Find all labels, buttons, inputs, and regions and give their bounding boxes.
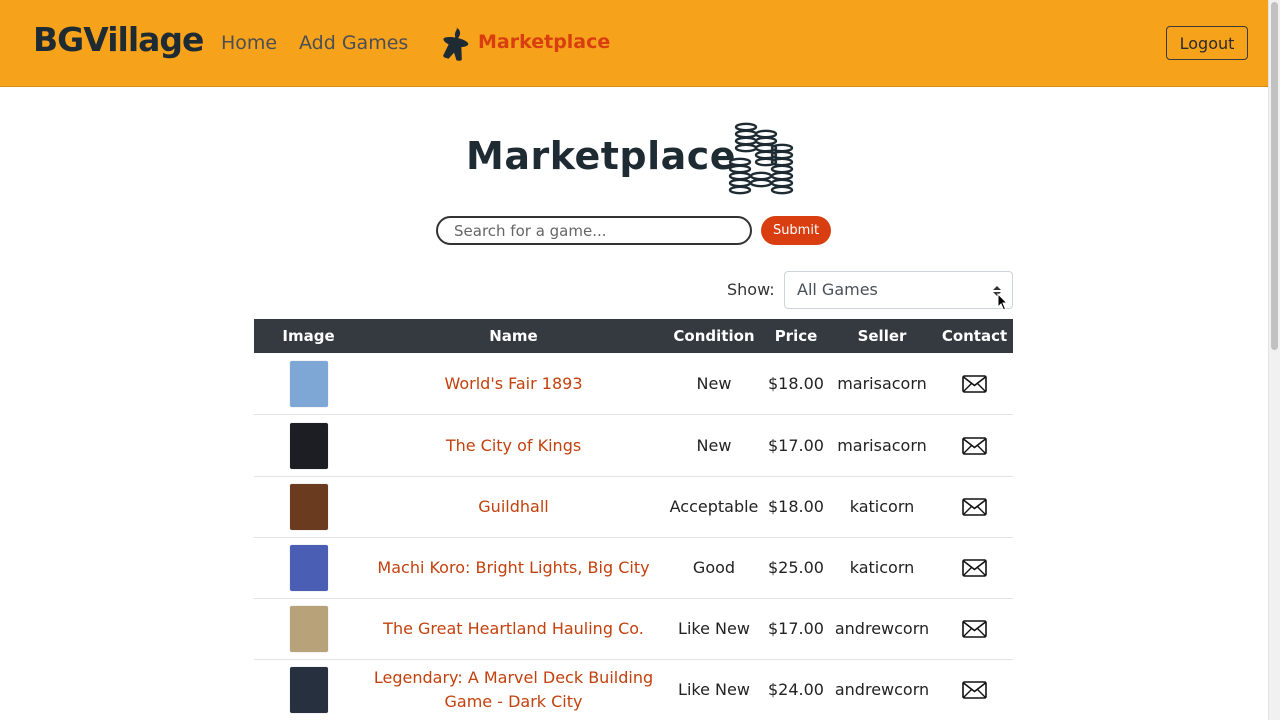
image-cell: [254, 598, 363, 659]
price-cell: $18.00: [768, 374, 824, 393]
nav-marketplace-link[interactable]: Marketplace: [478, 31, 610, 53]
page-title: Marketplace: [466, 134, 737, 178]
contact-cell: [936, 415, 1013, 476]
nav-home-link[interactable]: Home: [221, 32, 277, 54]
page: BGVillage Home Add Games Marketplace Log…: [0, 0, 1280, 720]
mail-icon[interactable]: [962, 436, 987, 455]
price-cell: $25.00: [768, 558, 824, 577]
mail-icon[interactable]: [962, 558, 987, 577]
logout-button[interactable]: Logout: [1166, 26, 1248, 60]
mail-icon[interactable]: [962, 619, 987, 638]
image-cell: [254, 537, 363, 598]
table-header: Image Name Condition Price Seller Contac…: [254, 319, 1013, 353]
image-cell: [254, 659, 363, 720]
condition-cell: Acceptable: [669, 497, 759, 516]
show-filter-value: All Games: [797, 280, 878, 299]
game-name: The City of Kings: [445, 435, 582, 455]
seller-cell: andrewcorn: [834, 680, 930, 699]
header-condition[interactable]: Condition: [664, 319, 764, 353]
contact-cell: [936, 353, 1013, 414]
game-name: Machi Koro: Bright Lights, Big City: [377, 557, 650, 577]
game-thumbnail[interactable]: [289, 605, 328, 652]
mail-icon[interactable]: [962, 497, 987, 516]
game-name-link[interactable]: Legendary: A Marvel Deck Building Game -…: [363, 659, 664, 720]
show-label: Show:: [727, 280, 775, 299]
seller-cell: katicorn: [849, 497, 915, 516]
image-cell: [254, 476, 363, 537]
price-cell: $18.00: [768, 497, 824, 516]
seller-cell: marisacorn: [837, 436, 927, 455]
game-name-link[interactable]: The City of Kings: [363, 415, 664, 476]
nav-add-games-link[interactable]: Add Games: [299, 32, 408, 54]
contact-cell: [936, 476, 1013, 537]
contact-cell: [936, 537, 1013, 598]
contact-cell: [936, 659, 1013, 720]
header-contact[interactable]: Contact: [936, 319, 1013, 353]
game-thumbnail[interactable]: [289, 483, 328, 530]
table-row: The City of Kings New $17.00 marisacorn: [254, 415, 1013, 477]
game-name-link[interactable]: Machi Koro: Bright Lights, Big City: [363, 537, 664, 598]
header-image[interactable]: Image: [254, 319, 363, 353]
condition-cell: Good: [692, 558, 736, 577]
price-cell: $24.00: [768, 680, 824, 699]
submit-button[interactable]: Submit: [761, 216, 831, 245]
condition-cell: Like New: [678, 680, 750, 699]
seller-cell: andrewcorn: [834, 619, 930, 638]
table-row: Machi Koro: Bright Lights, Big City Good $…: [254, 537, 1013, 599]
image-cell: [254, 353, 363, 414]
game-name-link[interactable]: The Great Heartland Hauling Co.: [363, 598, 664, 659]
show-filter-select[interactable]: All Games: [784, 271, 1013, 309]
mouse-cursor-icon: [997, 293, 1009, 311]
condition-cell: New: [696, 436, 732, 455]
header-price[interactable]: Price: [764, 319, 828, 353]
table-row: Legendary: A Marvel Deck Building Game -…: [254, 659, 1013, 720]
mail-icon[interactable]: [962, 374, 987, 393]
game-name: Guildhall: [478, 496, 549, 516]
game-thumbnail[interactable]: [289, 666, 328, 713]
scrollbar-thumb[interactable]: [1271, 2, 1278, 350]
navbar: BGVillage Home Add Games Marketplace Log…: [0, 0, 1268, 87]
game-name: The Great Heartland Hauling Co.: [383, 618, 644, 638]
game-thumbnail[interactable]: [289, 544, 328, 591]
game-name-link[interactable]: World's Fair 1893: [363, 353, 664, 414]
header-name[interactable]: Name: [363, 319, 664, 353]
condition-cell: Like New: [678, 619, 750, 638]
price-cell: $17.00: [768, 436, 824, 455]
mail-icon[interactable]: [962, 680, 987, 699]
search-input[interactable]: [436, 216, 752, 245]
meeple-icon[interactable]: [434, 25, 470, 61]
image-cell: [254, 415, 363, 476]
game-name: Legendary: A Marvel Deck Building Game -…: [373, 667, 654, 711]
game-thumbnail[interactable]: [289, 360, 328, 407]
table-row: World's Fair 1893 New $18.00 marisacorn: [254, 353, 1013, 415]
price-cell: $17.00: [768, 619, 824, 638]
header-seller[interactable]: Seller: [828, 319, 936, 353]
brand-logo[interactable]: BGVillage: [33, 20, 204, 59]
game-name-link[interactable]: Guildhall: [363, 476, 664, 537]
seller-cell: katicorn: [849, 558, 915, 577]
condition-cell: New: [696, 374, 732, 393]
contact-cell: [936, 598, 1013, 659]
table-row: The Great Heartland Hauling Co. Like New $…: [254, 598, 1013, 660]
seller-cell: marisacorn: [837, 374, 927, 393]
coins-icon: [728, 122, 794, 195]
game-thumbnail[interactable]: [289, 422, 328, 469]
table-row: Guildhall Acceptable $18.00 katicorn: [254, 476, 1013, 538]
game-name: World's Fair 1893: [444, 373, 583, 393]
